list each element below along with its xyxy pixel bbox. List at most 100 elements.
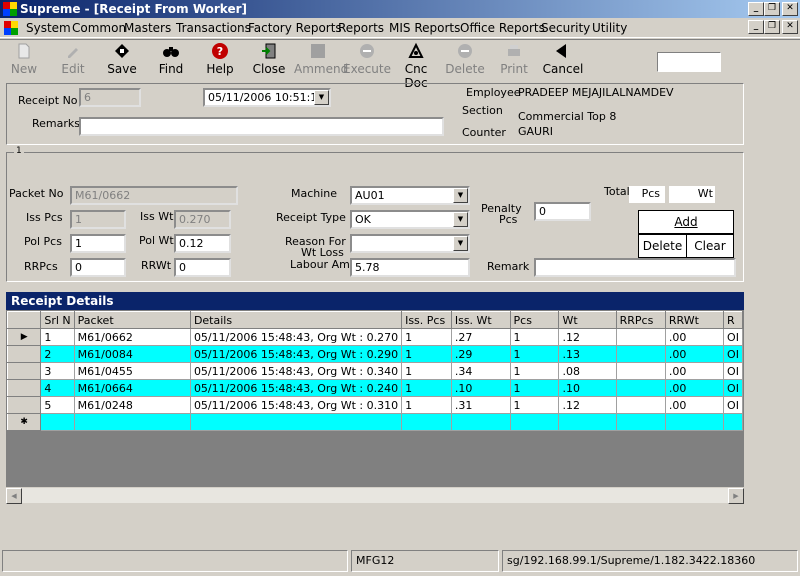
delete-button[interactable]: Delete [441, 42, 489, 80]
close-window-button[interactable]: ✕ [782, 2, 798, 16]
receipt-datetime-picker[interactable]: 05/11/2006 10:51:15 ▼ [203, 88, 331, 107]
cell[interactable]: .00 [664, 379, 725, 397]
cell[interactable]: .27 [450, 328, 511, 346]
chevron-down-icon[interactable]: ▼ [453, 212, 468, 227]
cell[interactable]: .08 [558, 362, 617, 380]
cell[interactable]: 1 [401, 396, 452, 414]
reason-select[interactable]: ▼ [350, 234, 470, 253]
new-button[interactable]: New [0, 42, 48, 80]
cell[interactable] [509, 413, 560, 431]
cell[interactable]: OI [723, 362, 743, 380]
cell[interactable]: M61/0248 [73, 396, 191, 414]
horizontal-scrollbar[interactable]: ◀ ▶ [6, 487, 744, 504]
scroll-left-icon[interactable]: ◀ [6, 488, 22, 504]
menu-system[interactable]: System [26, 21, 71, 35]
cell[interactable]: .00 [664, 328, 725, 346]
cell[interactable]: 1 [401, 379, 452, 397]
cell[interactable] [615, 379, 666, 397]
doc-close-button[interactable]: ✕ [782, 20, 798, 34]
close-button[interactable]: Close [245, 42, 293, 80]
execute-button[interactable]: Execute [343, 42, 391, 80]
toolbar-input[interactable] [657, 52, 721, 72]
table-row[interactable]: 5 M61/0248 05/11/2006 15:48:43, Org Wt :… [7, 396, 743, 414]
cell[interactable]: 1 [401, 328, 452, 346]
cell[interactable] [615, 362, 666, 380]
cell[interactable]: .29 [450, 345, 511, 363]
new-row[interactable]: ✱ [7, 413, 743, 431]
cell[interactable]: 1 [40, 328, 75, 346]
col-header[interactable]: Pcs [509, 311, 560, 329]
row-selector[interactable] [7, 345, 42, 363]
table-row[interactable]: 4 M61/0664 05/11/2006 15:48:43, Org Wt :… [7, 379, 743, 397]
cnc-doc-button[interactable]: Cnc Doc [392, 42, 440, 90]
cell[interactable] [615, 413, 666, 431]
chevron-down-icon[interactable]: ▼ [453, 236, 468, 251]
cell[interactable] [189, 413, 403, 431]
labour-amt-field[interactable]: 5.78 [350, 258, 470, 277]
cell[interactable]: .13 [558, 345, 617, 363]
rrpcs-field[interactable]: 0 [70, 258, 126, 277]
col-header[interactable]: Iss. Wt [450, 311, 511, 329]
menu-utility[interactable]: Utility [592, 21, 627, 35]
cell[interactable]: 5 [40, 396, 75, 414]
col-header[interactable]: Details [189, 311, 403, 329]
col-header[interactable]: RRWt [664, 311, 725, 329]
cell[interactable]: 1 [401, 362, 452, 380]
cell[interactable]: .10 [450, 379, 511, 397]
cell[interactable]: .12 [558, 396, 617, 414]
cell[interactable]: 05/11/2006 15:48:43, Org Wt : 0.290 [189, 345, 403, 363]
rrwt-field[interactable]: 0 [174, 258, 231, 277]
cell[interactable]: 1 [509, 379, 560, 397]
cell[interactable]: .12 [558, 328, 617, 346]
cell[interactable]: OI [723, 328, 743, 346]
menu-transactions[interactable]: Transactions [176, 21, 251, 35]
cell[interactable]: 2 [40, 345, 75, 363]
cell[interactable] [558, 413, 617, 431]
row-selector[interactable] [7, 379, 42, 397]
app-menu-icon[interactable] [4, 21, 18, 35]
scroll-right-icon[interactable]: ▶ [728, 488, 744, 504]
ammend-button[interactable]: Ammend [294, 42, 348, 80]
print-button[interactable]: Print [490, 42, 538, 80]
delete-row-button[interactable]: Delete [638, 234, 687, 258]
iss-pcs-field[interactable]: 1 [70, 210, 126, 229]
cell[interactable] [615, 328, 666, 346]
table-row[interactable]: 3 M61/0455 05/11/2006 15:48:43, Org Wt :… [7, 362, 743, 380]
cell[interactable]: .00 [664, 396, 725, 414]
row-selector[interactable] [7, 362, 42, 380]
new-row-asterisk-icon[interactable]: ✱ [7, 413, 42, 431]
cell[interactable]: M61/0664 [73, 379, 191, 397]
cell[interactable]: .00 [664, 362, 725, 380]
cell[interactable]: .34 [450, 362, 511, 380]
iss-wt-field[interactable]: 0.270 [174, 210, 231, 229]
grid-corner[interactable] [7, 311, 42, 329]
cell[interactable]: 1 [509, 396, 560, 414]
cell[interactable] [450, 413, 511, 431]
cell[interactable]: 4 [40, 379, 75, 397]
clear-button[interactable]: Clear [686, 234, 734, 258]
cell[interactable]: 05/11/2006 15:48:43, Org Wt : 0.240 [189, 379, 403, 397]
cell[interactable]: M61/0455 [73, 362, 191, 380]
cell[interactable]: OI [723, 345, 743, 363]
table-row[interactable]: 2 M61/0084 05/11/2006 15:48:43, Org Wt :… [7, 345, 743, 363]
cell[interactable] [723, 413, 743, 431]
doc-minimize-button[interactable]: _ [748, 20, 764, 34]
penalty-pcs-field[interactable]: 0 [534, 202, 591, 221]
cell[interactable] [40, 413, 75, 431]
cell[interactable]: 1 [509, 328, 560, 346]
cell[interactable]: OI [723, 379, 743, 397]
help-button[interactable]: ? Help [196, 42, 244, 80]
cell[interactable] [615, 396, 666, 414]
doc-restore-button[interactable]: ❐ [764, 20, 780, 34]
remark-field[interactable] [534, 258, 736, 277]
chevron-down-icon[interactable]: ▼ [314, 90, 329, 105]
col-header[interactable]: Wt [558, 311, 617, 329]
col-header[interactable]: R [723, 311, 743, 329]
menu-reports[interactable]: Reports [338, 21, 384, 35]
cell[interactable]: 05/11/2006 15:48:43, Org Wt : 0.340 [189, 362, 403, 380]
pol-pcs-field[interactable]: 1 [70, 234, 126, 253]
restore-button[interactable]: ❐ [764, 2, 780, 16]
cell[interactable]: M61/0084 [73, 345, 191, 363]
menu-security[interactable]: Security [541, 21, 590, 35]
cell[interactable]: 3 [40, 362, 75, 380]
